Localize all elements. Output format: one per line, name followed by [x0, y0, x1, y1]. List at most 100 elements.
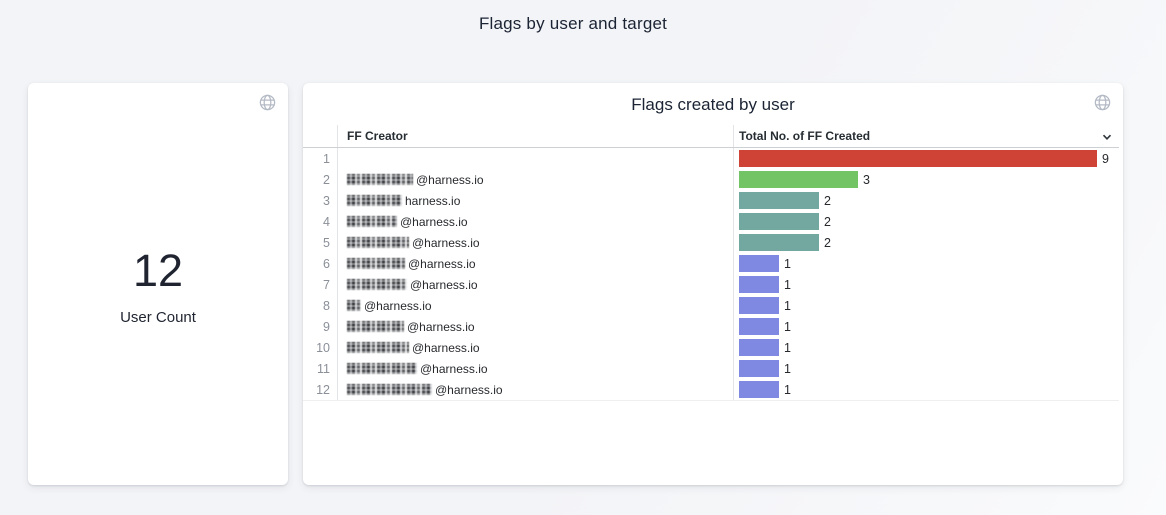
creator-email-suffix: @harness.io: [407, 320, 475, 334]
row-number: 9: [303, 320, 337, 334]
table-row: 2 @harness.io 3: [303, 169, 1119, 190]
table-row: 10 @harness.io 1: [303, 337, 1119, 358]
bar-cell: 1: [733, 318, 1119, 335]
row-number: 2: [303, 173, 337, 187]
bar[interactable]: [739, 171, 858, 188]
bar[interactable]: [739, 234, 819, 251]
creator-cell: @harness.io: [337, 362, 733, 376]
table-row: 12 @harness.io 1: [303, 379, 1119, 400]
column-header-total-ff-created[interactable]: Total No. of FF Created: [739, 129, 870, 143]
row-number: 4: [303, 215, 337, 229]
creator-cell: @harness.io: [337, 257, 733, 271]
table-row: 5 @harness.io 2: [303, 232, 1119, 253]
bar[interactable]: [739, 381, 779, 398]
bar-value: 1: [784, 320, 791, 334]
table-row: 1 9: [303, 148, 1119, 169]
bar-cell: 2: [733, 234, 1119, 251]
row-number: 6: [303, 257, 337, 271]
bar-value: 2: [824, 194, 831, 208]
creator-cell: @harness.io: [337, 341, 733, 355]
bar-value: 1: [784, 383, 791, 397]
redacted-email: [347, 300, 361, 311]
table-row: 3 harness.io 2: [303, 190, 1119, 211]
creator-cell: @harness.io: [337, 278, 733, 292]
creator-email-suffix: @harness.io: [410, 278, 478, 292]
bar[interactable]: [739, 276, 779, 293]
table-body: 1 9 2 @harness.io 3 3 harness.io 2 4 @ha…: [303, 148, 1119, 401]
creator-email-suffix: @harness.io: [364, 299, 432, 313]
bar-cell: 2: [733, 192, 1119, 209]
creator-cell: @harness.io: [337, 173, 733, 187]
user-count-body: 12 User Count: [28, 83, 288, 485]
creator-email-suffix: @harness.io: [420, 362, 488, 376]
user-count-label: User Count: [120, 309, 196, 326]
chevron-down-icon[interactable]: [1101, 130, 1113, 142]
table-row: 6 @harness.io 1: [303, 253, 1119, 274]
table-row: 4 @harness.io 2: [303, 211, 1119, 232]
bar-cell: 9: [733, 150, 1119, 167]
globe-icon[interactable]: [1093, 93, 1112, 112]
creator-email-suffix: @harness.io: [416, 173, 484, 187]
bar-value: 1: [784, 341, 791, 355]
tile-title: Flags created by user: [303, 95, 1123, 115]
row-number: 3: [303, 194, 337, 208]
creator-cell: @harness.io: [337, 299, 733, 313]
redacted-email: [347, 195, 402, 206]
bar-cell: 1: [733, 360, 1119, 377]
row-number: 8: [303, 299, 337, 313]
row-number: 11: [303, 362, 337, 376]
row-number: 12: [303, 383, 337, 397]
bar-cell: 1: [733, 297, 1119, 314]
redacted-email: [347, 363, 417, 374]
bar-value: 1: [784, 362, 791, 376]
creator-cell: @harness.io: [337, 320, 733, 334]
row-number: 10: [303, 341, 337, 355]
row-number: 7: [303, 278, 337, 292]
bar-cell: 1: [733, 381, 1119, 398]
bar-value: 1: [784, 299, 791, 313]
creator-email-suffix: @harness.io: [412, 341, 480, 355]
column-header-ff-creator[interactable]: FF Creator: [347, 129, 408, 143]
creator-email-suffix: @harness.io: [400, 215, 468, 229]
creator-email-suffix: harness.io: [405, 194, 460, 208]
table-row: 11 @harness.io 1: [303, 358, 1119, 379]
redacted-email: [347, 279, 407, 290]
bar[interactable]: [739, 318, 779, 335]
creator-cell: @harness.io: [337, 236, 733, 250]
redacted-email: [347, 342, 409, 353]
flags-created-tile: Flags created by user FF Creator Total N…: [303, 83, 1123, 485]
bar-value: 2: [824, 236, 831, 250]
user-count-value: 12: [133, 248, 183, 293]
creator-cell: @harness.io: [337, 215, 733, 229]
bar-cell: 1: [733, 276, 1119, 293]
redacted-email: [347, 174, 413, 185]
bar[interactable]: [739, 255, 779, 272]
table-row: 8 @harness.io 1: [303, 295, 1119, 316]
bar[interactable]: [739, 192, 819, 209]
row-number: 1: [303, 152, 337, 166]
creator-email-suffix: @harness.io: [408, 257, 476, 271]
dashboard-title: Flags by user and target: [0, 14, 1146, 34]
redacted-email: [347, 384, 432, 395]
bar-value: 9: [1102, 152, 1109, 166]
bar-cell: 1: [733, 255, 1119, 272]
flags-table: FF Creator Total No. of FF Created 1 9 2…: [303, 125, 1119, 400]
bar[interactable]: [739, 297, 779, 314]
creator-cell: @harness.io: [337, 383, 733, 397]
table-row: 9 @harness.io 1: [303, 316, 1119, 337]
bar[interactable]: [739, 360, 779, 377]
bar-value: 2: [824, 215, 831, 229]
bar-value: 3: [863, 173, 870, 187]
bar[interactable]: [739, 213, 819, 230]
creator-email-suffix: @harness.io: [412, 236, 480, 250]
creator-email-suffix: @harness.io: [435, 383, 503, 397]
row-number: 5: [303, 236, 337, 250]
creator-cell: harness.io: [337, 194, 733, 208]
table-row: 7 @harness.io 1: [303, 274, 1119, 295]
redacted-email: [347, 216, 397, 227]
redacted-email: [347, 237, 409, 248]
bar[interactable]: [739, 150, 1097, 167]
bar-cell: 2: [733, 213, 1119, 230]
bar[interactable]: [739, 339, 779, 356]
bar-cell: 3: [733, 171, 1119, 188]
